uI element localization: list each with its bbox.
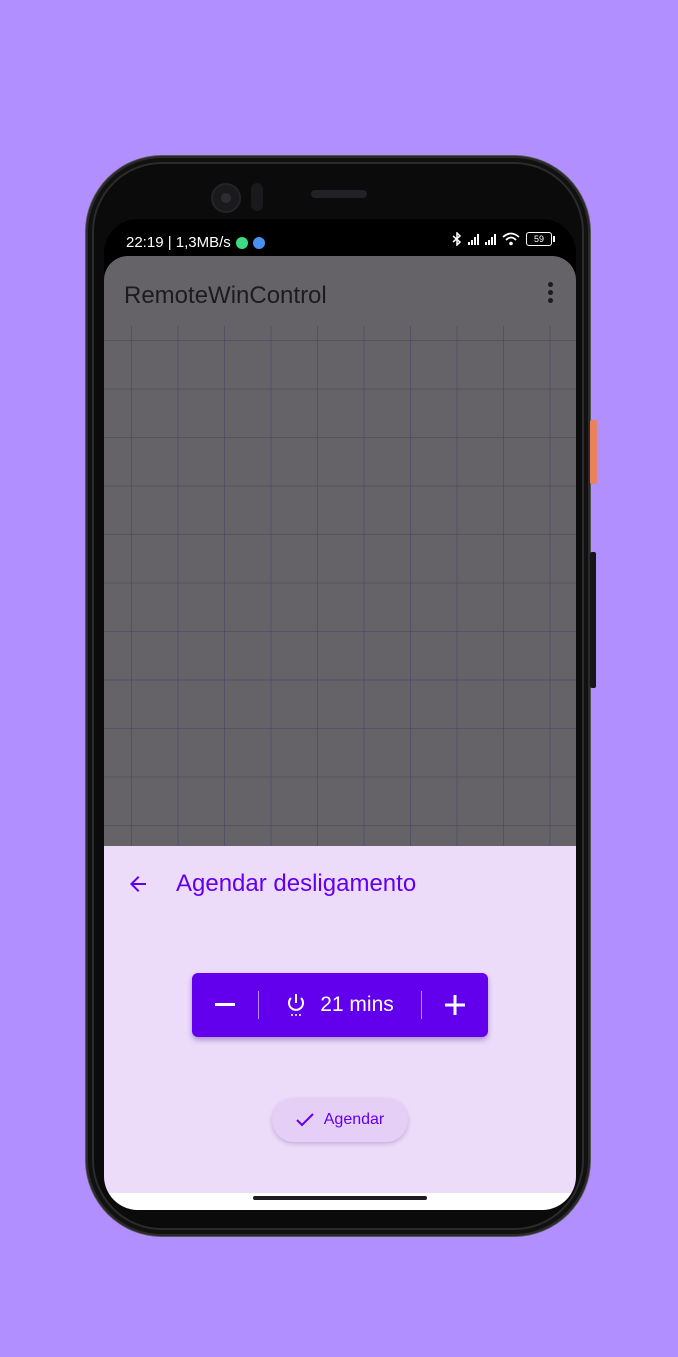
status-bar: 22:19 | 1,3MB/s 59 [104, 219, 576, 259]
earpiece-speaker [311, 190, 367, 198]
arrow-back-icon[interactable] [126, 872, 150, 896]
notification-sync-icon [252, 236, 265, 249]
check-icon [296, 1113, 314, 1127]
sheet-title: Agendar desligamento [176, 870, 417, 897]
schedule-button[interactable]: Agendar [272, 1098, 408, 1142]
status-left: 22:19 | 1,3MB/s [126, 234, 265, 251]
status-right: 59 [452, 232, 555, 246]
volume-button [590, 552, 596, 688]
phone-screen: 22:19 | 1,3MB/s 59 RemoteWinControl Agen… [104, 219, 576, 1210]
battery-icon: 59 [526, 232, 555, 246]
schedule-button-label: Agendar [323, 1111, 385, 1128]
wifi-icon [502, 232, 520, 246]
decrement-button[interactable] [192, 973, 258, 1037]
sheet-header: Agendar desligamento [126, 870, 416, 898]
app-surface: RemoteWinControl Agendar desligamento 21… [104, 256, 576, 1210]
proximity-sensor [251, 183, 263, 211]
stepper-value-area: 21 mins [259, 993, 421, 1017]
signal-2-icon [485, 233, 496, 245]
touchpad-grid[interactable] [104, 326, 576, 846]
timer-stepper: 21 mins [192, 973, 488, 1037]
timer-value: 21 mins [320, 993, 394, 1016]
bottom-sheet: Agendar desligamento 21 mins Agendar [104, 846, 576, 1193]
status-time: 22:19 | 1,3MB/s [126, 234, 231, 251]
app-title: RemoteWinControl [124, 282, 327, 309]
more-vert-icon[interactable] [546, 282, 554, 304]
front-camera [211, 183, 241, 213]
signal-1-icon [468, 233, 479, 245]
notification-app-icon [235, 236, 248, 249]
increment-button[interactable] [422, 973, 488, 1037]
power-button [590, 420, 597, 484]
minus-icon [215, 1003, 235, 1006]
bluetooth-icon [452, 232, 462, 246]
home-indicator[interactable] [253, 1196, 427, 1200]
app-bar: RemoteWinControl [104, 256, 576, 332]
power-timer-icon [288, 994, 305, 1016]
navigation-bar [104, 1193, 576, 1210]
plus-icon [445, 995, 465, 1015]
